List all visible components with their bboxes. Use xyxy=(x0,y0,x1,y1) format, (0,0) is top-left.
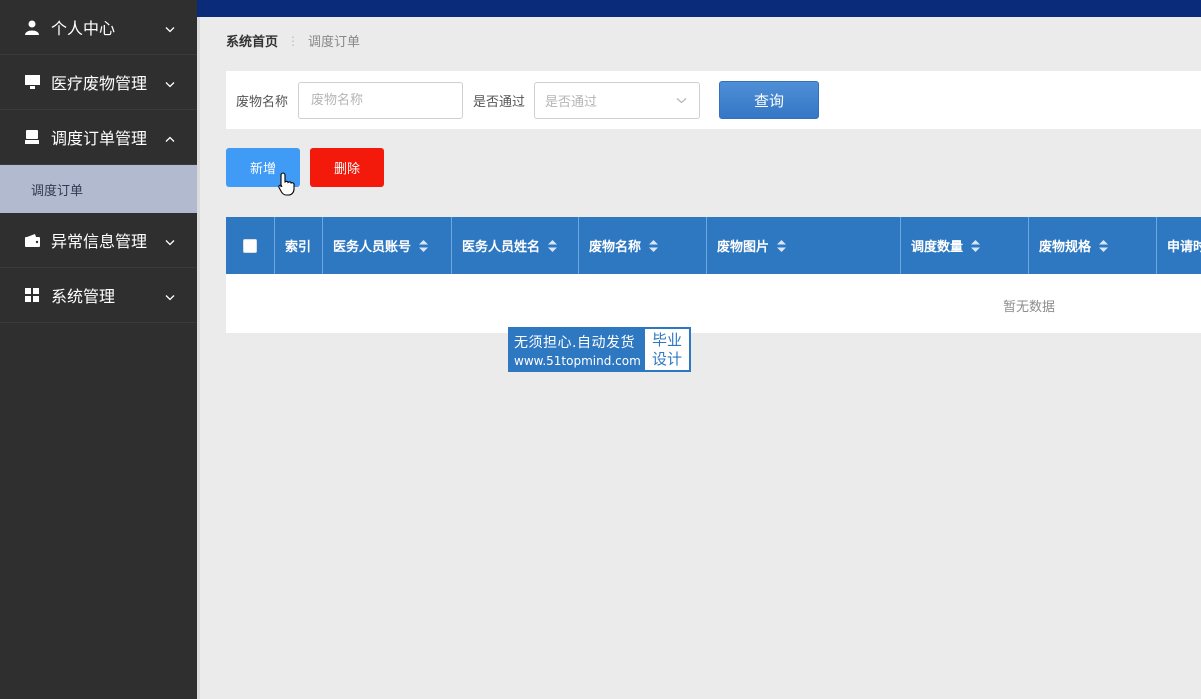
breadcrumb: 系统首页 ⋮ 调度订单 xyxy=(226,31,361,51)
watermark-right: 毕业 设计 xyxy=(645,329,689,370)
printer-icon xyxy=(24,129,40,145)
sidebar-item-system[interactable]: 系统管理 xyxy=(0,268,197,323)
column-label: 医务人员账号 xyxy=(333,240,412,255)
sort-icon[interactable] xyxy=(419,239,429,252)
column-header[interactable]: 废物名称 xyxy=(579,217,707,274)
select-all-checkbox[interactable] xyxy=(243,238,257,253)
column-label: 医务人员姓名 xyxy=(462,240,541,255)
sidebar-item-label: 医疗废物管理 xyxy=(51,74,148,93)
sort-icon[interactable] xyxy=(548,239,558,252)
search-panel: 废物名称 是否通过 是否通过 查询 xyxy=(226,71,1201,129)
column-header[interactable]: 调度数量 xyxy=(901,217,1029,274)
query-button[interactable]: 查询 xyxy=(719,81,820,119)
column-header[interactable]: 废物图片 xyxy=(707,217,901,274)
sidebar-item-exceptions[interactable]: 异常信息管理 xyxy=(0,213,197,268)
chevron-down-icon xyxy=(165,286,175,305)
sidebar-item-label: 异常信息管理 xyxy=(51,232,148,251)
sort-icon[interactable] xyxy=(777,239,787,252)
delete-button[interactable]: 删除 xyxy=(310,148,384,187)
content-edge xyxy=(197,17,200,699)
sidebar-item-medical-waste[interactable]: 医疗废物管理 xyxy=(0,55,197,110)
pass-status-label: 是否通过 xyxy=(473,94,526,110)
sidebar-item-personal-center[interactable]: 个人中心 xyxy=(0,0,197,55)
column-label: 废物名称 xyxy=(589,240,642,255)
chevron-down-icon xyxy=(676,93,687,108)
sort-icon[interactable] xyxy=(971,239,981,252)
watermark-text-1: 毕业 xyxy=(651,330,682,349)
chevron-down-icon xyxy=(165,18,175,37)
chevron-up-icon xyxy=(165,128,175,147)
sidebar: 个人中心 医疗废物管理 调度订单管理 调度订单 异常信息管理 系统管理 xyxy=(0,0,197,699)
column-label: 索引 xyxy=(285,240,312,255)
sidebar-item-dispatch-orders[interactable]: 调度订单管理 xyxy=(0,110,197,165)
column-label: 废物图片 xyxy=(717,240,770,255)
top-header-bar xyxy=(197,0,1201,17)
chevron-down-icon xyxy=(165,73,175,92)
column-header: 索引 xyxy=(275,217,323,274)
breadcrumb-current: 调度订单 xyxy=(308,35,361,50)
grid-icon xyxy=(24,287,40,303)
empty-table-message: 暂无数据 xyxy=(1003,300,1056,315)
column-header[interactable]: 医务人员姓名 xyxy=(452,217,579,274)
waste-name-label: 废物名称 xyxy=(236,94,289,110)
pass-status-placeholder: 是否通过 xyxy=(545,94,598,110)
monitor-icon xyxy=(24,74,40,90)
pass-status-select[interactable]: 是否通过 xyxy=(534,81,701,119)
data-table: 索引 医务人员账号 医务人员姓名 废物名称 废物图片 调度数量 废物规格 申请时 xyxy=(226,217,1201,333)
sidebar-subitem-dispatch-order[interactable]: 调度订单 xyxy=(0,165,197,213)
column-label: 申请时 xyxy=(1167,240,1201,255)
column-header[interactable]: 医务人员账号 xyxy=(323,217,452,274)
column-label: 废物规格 xyxy=(1039,240,1092,255)
table-header: 索引 医务人员账号 医务人员姓名 废物名称 废物图片 调度数量 废物规格 申请时 xyxy=(226,217,1201,274)
breadcrumb-separator: ⋮ xyxy=(287,33,300,48)
column-header: 申请时 xyxy=(1157,217,1201,274)
sort-icon[interactable] xyxy=(649,239,659,252)
sidebar-item-label: 个人中心 xyxy=(51,19,116,38)
waste-name-input[interactable] xyxy=(298,81,464,119)
select-all-cell xyxy=(226,217,275,274)
sort-icon[interactable] xyxy=(1099,239,1109,252)
user-icon xyxy=(24,19,40,35)
watermark-url: www.51topmind.com xyxy=(514,353,641,368)
sidebar-item-label: 系统管理 xyxy=(51,287,116,306)
watermark-text-2: 设计 xyxy=(651,349,682,368)
breadcrumb-home[interactable]: 系统首页 xyxy=(226,31,278,50)
watermark-slogan: 无须担心.自动发货 xyxy=(514,334,635,351)
column-label: 调度数量 xyxy=(911,240,964,255)
chevron-down-icon xyxy=(165,231,175,250)
wallet-icon xyxy=(24,232,40,248)
sidebar-item-label: 调度订单管理 xyxy=(51,129,148,148)
column-header[interactable]: 废物规格 xyxy=(1029,217,1157,274)
hand-cursor-icon xyxy=(278,172,296,200)
watermark-left: 无须担心.自动发货 www.51topmind.com xyxy=(510,329,645,370)
watermark: 无须担心.自动发货 www.51topmind.com 毕业 设计 xyxy=(508,327,691,372)
